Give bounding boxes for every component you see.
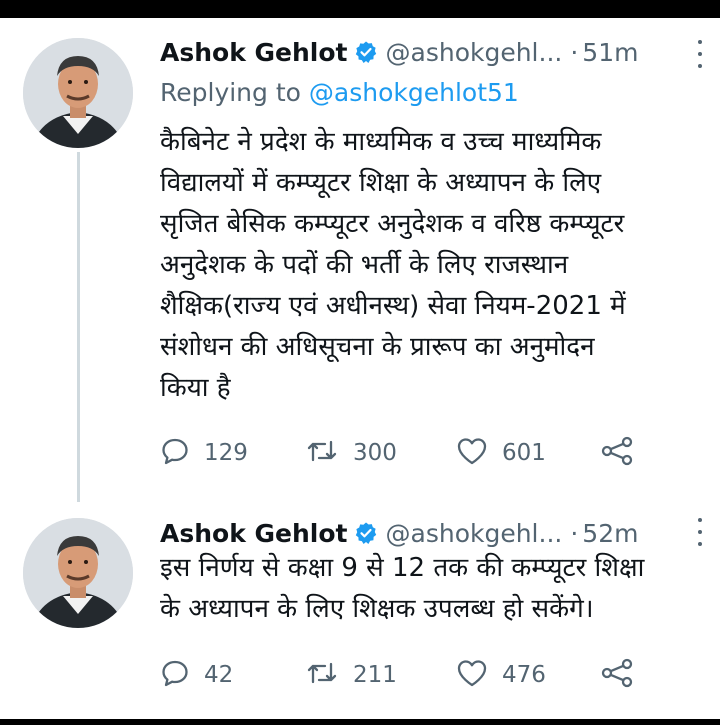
author-name[interactable]: Ashok Gehlot xyxy=(160,38,348,67)
heart-icon xyxy=(456,658,488,692)
reply-icon xyxy=(160,436,190,470)
separator-dot: · xyxy=(570,518,579,548)
verified-badge-icon xyxy=(354,521,378,545)
reply-button[interactable]: 129 xyxy=(160,433,248,473)
reply-icon xyxy=(160,658,190,692)
more-options-icon[interactable] xyxy=(693,518,707,546)
tweet-text-line: विद्यालयों में कम्प्यूटर शिक्षा के अध्या… xyxy=(160,168,602,198)
tweet-text-line: सृजित बेसिक कम्प्यूटर अनुदेशक व वरिष्ठ क… xyxy=(160,209,625,239)
separator-dot: · xyxy=(570,37,579,67)
reply-button[interactable]: 42 xyxy=(160,655,233,695)
more-options-icon[interactable] xyxy=(693,40,707,68)
tweet-header: Ashok Gehlot @ashokgehl... · 51m xyxy=(160,32,638,72)
retweet-button[interactable]: 211 xyxy=(305,655,397,695)
timestamp[interactable]: 51m xyxy=(582,38,638,67)
timestamp[interactable]: 52m xyxy=(582,519,638,548)
verified-badge-icon xyxy=(354,40,378,64)
avatar[interactable] xyxy=(23,38,133,148)
tweet-text-line: कैबिनेट ने प्रदेश के माध्यमिक व उच्च माध… xyxy=(160,127,602,157)
heart-icon xyxy=(456,436,488,470)
bottom-bar xyxy=(0,719,720,725)
top-status-bar xyxy=(0,0,720,18)
share-icon xyxy=(600,435,634,471)
tweet-header: Ashok Gehlot @ashokgehl... · 52m xyxy=(160,513,638,553)
share-icon xyxy=(600,657,634,693)
like-button[interactable]: 601 xyxy=(456,433,546,473)
tweet-actions: 129 300 601 xyxy=(160,433,640,473)
retweet-icon xyxy=(305,436,339,470)
replying-to: Replying to @ashokgehlot51 xyxy=(160,78,519,107)
tweet-text-line: संशोधन की अधिसूचना के प्रारूप का अनुमोदन xyxy=(160,332,595,362)
retweet-button[interactable]: 300 xyxy=(305,433,397,473)
reply-count: 129 xyxy=(204,440,248,466)
tweet-text-line: शैक्षिक(राज्य एवं अधीनस्थ) सेवा नियम-202… xyxy=(160,291,626,321)
retweet-icon xyxy=(305,658,339,692)
retweet-count: 211 xyxy=(353,662,397,688)
share-button[interactable] xyxy=(600,433,634,473)
author-handle[interactable]: @ashokgehl... xyxy=(386,38,563,67)
like-count: 601 xyxy=(502,440,546,466)
avatar[interactable] xyxy=(23,518,133,628)
tweet-text: कैबिनेट ने प्रदेश के माध्यमिक व उच्च माध… xyxy=(160,122,705,409)
like-button[interactable]: 476 xyxy=(456,655,546,695)
reply-count: 42 xyxy=(204,662,234,688)
tweet-text-line: के अध्यापन के लिए शिक्षक उपलब्ध हो सकेंग… xyxy=(160,594,594,624)
like-count: 476 xyxy=(502,662,546,688)
replying-to-mention[interactable]: @ashokgehlot51 xyxy=(309,78,519,107)
tweet-text: इस निर्णय से कक्षा 9 से 12 तक की कम्प्यू… xyxy=(160,548,715,630)
tweet-text-line: अनुदेशक के पदों की भर्ती के लिए राजस्थान xyxy=(160,250,569,280)
tweet-text-line: इस निर्णय से कक्षा 9 से 12 तक की कम्प्यू… xyxy=(160,553,645,583)
author-handle[interactable]: @ashokgehl... xyxy=(386,519,563,548)
author-name[interactable]: Ashok Gehlot xyxy=(160,519,348,548)
replying-prefix: Replying to xyxy=(160,78,309,107)
avatar-image xyxy=(23,38,133,148)
tweet-text-line: किया है xyxy=(160,373,231,403)
thread-connector-line xyxy=(77,152,80,502)
share-button[interactable] xyxy=(600,655,634,695)
retweet-count: 300 xyxy=(353,440,397,466)
avatar-image xyxy=(23,518,133,628)
tweet-actions: 42 211 476 xyxy=(160,655,640,695)
